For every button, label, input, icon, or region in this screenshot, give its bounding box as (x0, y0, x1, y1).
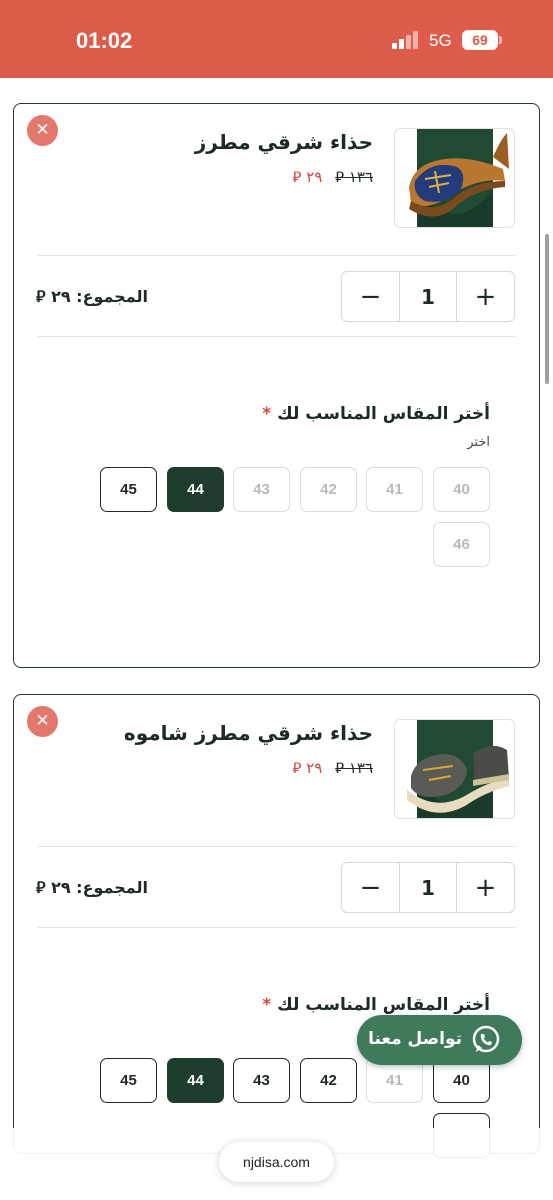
divider (38, 846, 515, 847)
size-option-40[interactable]: 40 (433, 467, 490, 512)
product-title[interactable]: حذاء شرقي مطرز شاموه (124, 721, 373, 745)
sale-price: ٢٩ ⃁ (292, 168, 323, 186)
increase-quantity-button[interactable]: + (457, 863, 514, 912)
size-option-41[interactable]: 41 (366, 467, 423, 512)
size-option-42[interactable]: 42 (300, 467, 357, 512)
size-option-45[interactable]: 45 (100, 467, 157, 512)
size-option-44[interactable]: 44 (167, 1058, 224, 1103)
network-type: 5G (429, 31, 452, 50)
signal-icon (392, 31, 420, 49)
product-image (394, 128, 515, 228)
status-time: 01:02 (76, 28, 133, 53)
price-row: ١٣٦ ⃁ ٢٩ ⃁ (293, 168, 373, 187)
old-price: ١٣٦ ⃁ (335, 759, 373, 777)
size-option-42[interactable]: 42 (300, 1058, 357, 1103)
increase-quantity-button[interactable]: + (457, 272, 514, 321)
quantity-stepper: − 1 + (341, 271, 515, 322)
item-total: المجموع: ٢٩ ⃁ (35, 878, 148, 897)
decrease-quantity-button[interactable]: − (342, 863, 399, 912)
whatsapp-icon (472, 1025, 500, 1053)
url-bar[interactable]: njdisa.com (219, 1142, 334, 1182)
product-image (394, 719, 515, 819)
divider (38, 255, 515, 256)
close-icon: ✕ (35, 711, 50, 731)
item-total: المجموع: ٢٩ ⃁ (35, 287, 148, 306)
size-option-43[interactable]: 43 (233, 1058, 290, 1103)
status-bar: 01:02 5G 69 (0, 0, 553, 78)
quantity-value[interactable]: 1 (399, 863, 457, 912)
cart-item-card: ✕ حذاء شرقي مطرز ١٣٦ ⃁ ٢٩ ⃁ − 1 + المجمو… (13, 103, 540, 668)
contact-us-label: تواصل معنا (368, 1029, 462, 1049)
old-price: ١٣٦ ⃁ (335, 168, 373, 186)
remove-item-button[interactable]: ✕ (27, 115, 58, 146)
close-icon: ✕ (35, 120, 50, 140)
size-hint: اختر (467, 435, 490, 450)
size-option-45[interactable]: 45 (100, 1058, 157, 1103)
required-mark: * (262, 995, 272, 1015)
battery-icon: 69 (462, 30, 498, 50)
size-prompt-text: أختر المقاس المناسب لك (277, 995, 490, 1015)
remove-item-button[interactable]: ✕ (27, 706, 58, 737)
size-prompt-text: أختر المقاس المناسب لك (277, 404, 490, 424)
contact-us-button[interactable]: تواصل معنا (357, 1015, 522, 1065)
price-row: ١٣٦ ⃁ ٢٩ ⃁ (293, 759, 373, 778)
quantity-value[interactable]: 1 (399, 272, 457, 321)
size-option-46[interactable]: 46 (433, 522, 490, 567)
battery-tip (499, 36, 502, 44)
divider (38, 336, 515, 337)
size-prompt: أختر المقاس المناسب لك * (262, 404, 490, 424)
sale-price: ٢٩ ⃁ (292, 759, 323, 777)
product-title[interactable]: حذاء شرقي مطرز (195, 130, 373, 154)
scrollbar[interactable] (545, 234, 549, 384)
size-option-43[interactable]: 43 (233, 467, 290, 512)
size-option-44[interactable]: 44 (167, 467, 224, 512)
decrease-quantity-button[interactable]: − (342, 272, 399, 321)
required-mark: * (262, 404, 272, 424)
divider (38, 927, 515, 928)
quantity-stepper: − 1 + (341, 862, 515, 913)
cart-item-card: ✕ حذاء شرقي مطرز شاموه ١٣٦ ⃁ ٢٩ ⃁ − 1 + … (13, 694, 540, 1158)
size-prompt: أختر المقاس المناسب لك * (262, 995, 490, 1015)
